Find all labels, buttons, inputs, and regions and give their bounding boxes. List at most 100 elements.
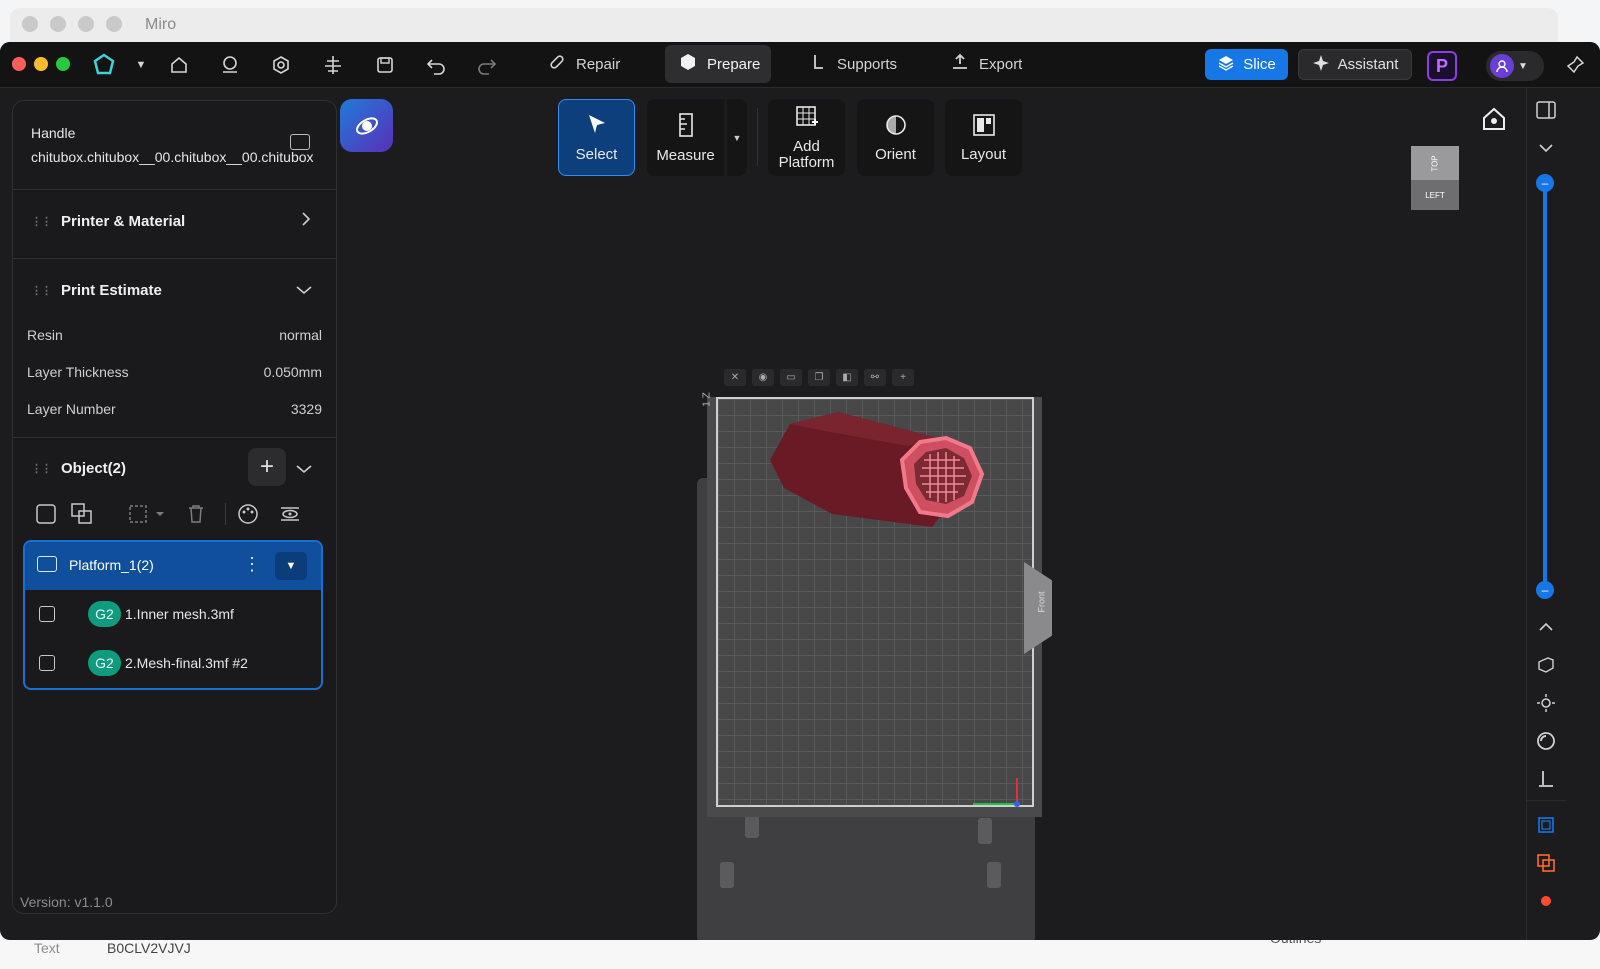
object-row[interactable]: G2 2.Mesh-final.3mf #2	[25, 639, 321, 687]
print-estimate-section[interactable]: ⋮⋮ Print Estimate	[31, 282, 162, 299]
expand-chevron-up-icon[interactable]	[1533, 614, 1559, 640]
layers-icon[interactable]: ❐	[808, 369, 830, 386]
cloud-print-icon[interactable]	[217, 52, 243, 78]
slice-button-label: Slice	[1243, 56, 1276, 73]
ruler-icon	[674, 112, 698, 142]
undo-icon[interactable]	[423, 52, 449, 78]
close-window-button[interactable]	[12, 57, 26, 71]
object-name: 1.Inner mesh.3mf	[125, 606, 234, 622]
drag-handle-icon[interactable]: ⋮⋮	[31, 285, 52, 296]
select-tool-button[interactable]: Select	[558, 99, 635, 176]
view-cube[interactable]: TOP LEFT	[1411, 146, 1459, 210]
link-icon[interactable]: ⚯	[864, 369, 886, 386]
assistant-button-label: Assistant	[1337, 56, 1399, 73]
select-tool-label: Select	[575, 145, 618, 163]
tab-repair[interactable]: Repair	[534, 45, 634, 83]
export-upload-icon	[951, 53, 969, 75]
panel-toggle-icon[interactable]	[290, 134, 310, 150]
transform-dropdown-icon[interactable]	[128, 503, 166, 525]
delete-trash-icon[interactable]	[186, 503, 206, 525]
cube-view-icon[interactable]	[1533, 652, 1559, 678]
axis-side-label: 1 Z	[701, 392, 713, 407]
redo-icon[interactable]	[474, 52, 500, 78]
select-all-checkbox[interactable]	[36, 503, 56, 525]
ai-logo-button[interactable]	[340, 99, 393, 152]
visibility-filter-icon[interactable]	[279, 503, 301, 525]
add-object-button[interactable]: +	[248, 448, 286, 486]
object-checkbox[interactable]	[39, 606, 55, 622]
sidebar-toggle-icon[interactable]	[1533, 97, 1559, 123]
view-cube-top-face[interactable]: TOP	[1411, 146, 1459, 180]
view-cube-left-face[interactable]: LEFT	[1411, 180, 1459, 210]
add-platform-button[interactable]: Add Platform	[768, 99, 845, 176]
support-tree-icon[interactable]	[320, 52, 346, 78]
object-name: 2.Mesh-final.3mf #2	[125, 655, 248, 671]
chitubox-app-window: ▼ Repair Prepare Supports Export Slice A…	[0, 42, 1600, 940]
sphere-view-icon[interactable]	[1533, 728, 1559, 754]
layout-tool-button[interactable]: Layout	[945, 99, 1022, 176]
tab-prepare[interactable]: Prepare	[665, 45, 771, 83]
layer-slider-top-handle[interactable]: –	[1536, 174, 1554, 192]
layer-slider-track[interactable]	[1543, 182, 1547, 595]
orient-globe-icon	[884, 113, 908, 141]
print-estimate-title: Print Estimate	[61, 282, 162, 299]
right-rail-divider	[1526, 87, 1527, 940]
zoom-window-button[interactable]	[56, 57, 70, 71]
selected-model[interactable]	[760, 402, 1000, 542]
chevron-down-icon[interactable]	[295, 283, 313, 301]
measure-dropdown-chevron-icon[interactable]: ▼	[727, 99, 747, 176]
group-badge: G2	[88, 650, 121, 676]
tab-supports[interactable]: Supports	[795, 45, 911, 83]
app-menu-chevron-down-icon[interactable]: ▼	[128, 52, 154, 78]
home-icon[interactable]	[166, 52, 192, 78]
tab-repair-label: Repair	[576, 55, 621, 73]
chevron-right-icon[interactable]	[300, 211, 312, 232]
screen-icon[interactable]: ▭	[780, 369, 802, 386]
printer-material-section[interactable]: ⋮⋮ Printer & Material	[31, 213, 185, 230]
layer-number-value: 3329	[290, 401, 322, 417]
assistant-button[interactable]: Assistant	[1298, 49, 1412, 80]
layer-thickness-value: 0.050mm	[263, 364, 322, 380]
plugin-p-logo-icon[interactable]: P	[1427, 51, 1457, 81]
repair-bandage-icon	[548, 53, 566, 75]
layer-slider-bottom-handle[interactable]: –	[1536, 581, 1554, 599]
printer-material-title: Printer & Material	[61, 213, 186, 230]
add-platform-icon	[795, 105, 819, 133]
object-checkbox[interactable]	[39, 655, 55, 671]
color-palette-icon[interactable]	[237, 503, 259, 525]
focus-target-icon[interactable]	[1533, 690, 1559, 716]
close-icon[interactable]: ✕	[724, 369, 746, 386]
app-logo-icon[interactable]	[91, 52, 117, 78]
measure-tool-button[interactable]: Measure	[647, 99, 724, 176]
objects-section[interactable]: ⋮⋮ Object(2)	[31, 460, 126, 477]
drag-handle-icon[interactable]: ⋮⋮	[31, 216, 52, 227]
chevron-down-icon[interactable]	[295, 462, 313, 480]
user-avatar-menu[interactable]: ▼	[1486, 51, 1544, 81]
more-vertical-icon[interactable]: ⋮	[243, 554, 261, 575]
blue-layer-view-icon[interactable]	[1533, 812, 1559, 838]
orange-overlap-icon[interactable]	[1533, 850, 1559, 876]
collapse-chevron-down-icon[interactable]	[1533, 135, 1559, 161]
orient-tool-button[interactable]: Orient	[857, 99, 934, 176]
tab-export[interactable]: Export	[937, 45, 1036, 83]
minimize-window-button[interactable]	[34, 57, 48, 71]
view-eye-icon[interactable]: ◉	[752, 369, 774, 386]
version-label: Version: v1.1.0	[20, 894, 113, 910]
camera-icon[interactable]: ◧	[836, 369, 858, 386]
add-icon[interactable]: +	[892, 369, 914, 386]
reset-view-home-icon[interactable]	[1481, 106, 1507, 132]
measure-tool-label: Measure	[656, 146, 715, 164]
object-row[interactable]: G2 1.Inner mesh.3mf	[25, 590, 321, 638]
support-view-icon[interactable]	[1533, 766, 1559, 792]
front-label: Front	[1036, 591, 1047, 613]
window-controls	[12, 57, 70, 71]
slice-button[interactable]: Slice	[1205, 49, 1288, 80]
clone-icon[interactable]	[71, 503, 93, 525]
model-settings-icon[interactable]	[268, 52, 294, 78]
platform-row[interactable]: Platform_1(2) ⋮ ▼	[25, 542, 321, 590]
drag-handle-icon[interactable]: ⋮⋮	[31, 463, 52, 474]
background-window-title: Miro	[145, 16, 177, 33]
save-icon[interactable]	[372, 52, 398, 78]
pin-icon[interactable]	[1562, 52, 1588, 78]
platform-dropdown-button[interactable]: ▼	[275, 552, 307, 580]
